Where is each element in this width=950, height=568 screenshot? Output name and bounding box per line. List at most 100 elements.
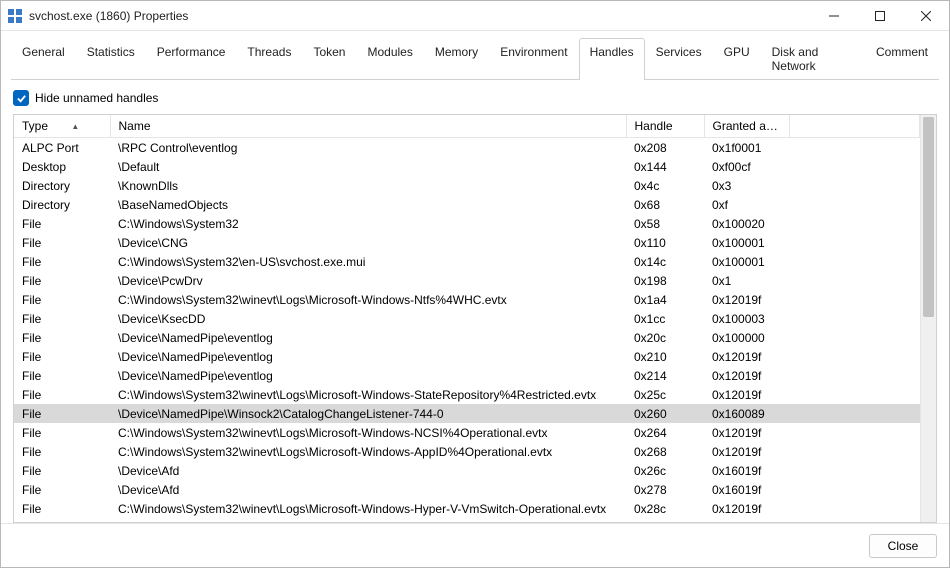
col-header-type[interactable]: Type ▲: [14, 115, 110, 138]
table-row[interactable]: FileC:\Windows\System32\winevt\Logs\Micr…: [14, 518, 920, 522]
cell-name: \Device\PcwDrv: [110, 271, 626, 290]
cell-name: \Device\CNG: [110, 233, 626, 252]
tab-modules[interactable]: Modules: [356, 38, 423, 80]
properties-window: svchost.exe (1860) Properties GeneralSta…: [0, 0, 950, 568]
cell-name: C:\Windows\System32\winevt\Logs\Microsof…: [110, 499, 626, 518]
cell-handle: 0x208: [626, 138, 704, 158]
table-row[interactable]: File\Device\NamedPipe\eventlog0x20c0x100…: [14, 328, 920, 347]
table-row[interactable]: Desktop\Default0x1440xf00cf: [14, 157, 920, 176]
cell-name: \RPC Control\eventlog: [110, 138, 626, 158]
cell-type: File: [14, 290, 110, 309]
col-header-handle[interactable]: Handle: [626, 115, 704, 138]
minimize-button[interactable]: [811, 1, 857, 31]
tab-threads[interactable]: Threads: [236, 38, 302, 80]
table-row[interactable]: File\Device\NamedPipe\Winsock2\CatalogCh…: [14, 404, 920, 423]
tab-environment[interactable]: Environment: [489, 38, 578, 80]
cell-granted: 0x16019f: [704, 480, 789, 499]
cell-type: File: [14, 423, 110, 442]
tab-content-handles: Hide unnamed handles Type ▲ Name: [1, 80, 949, 523]
cell-handle: 0x198: [626, 271, 704, 290]
cell-granted: 0x3: [704, 176, 789, 195]
table-row[interactable]: FileC:\Windows\System320x580x100020: [14, 214, 920, 233]
cell-granted: 0x100000: [704, 328, 789, 347]
cell-type: Desktop: [14, 157, 110, 176]
table-row[interactable]: File\Device\NamedPipe\eventlog0x2140x120…: [14, 366, 920, 385]
cell-granted: 0x12019f: [704, 518, 789, 522]
cell-handle: 0x4c: [626, 176, 704, 195]
cell-type: File: [14, 214, 110, 233]
cell-granted: 0x16019f: [704, 461, 789, 480]
maximize-button[interactable]: [857, 1, 903, 31]
tab-memory[interactable]: Memory: [424, 38, 489, 80]
cell-granted: 0xf00cf: [704, 157, 789, 176]
col-header-type-label: Type: [22, 119, 48, 133]
vertical-scrollbar[interactable]: [920, 115, 936, 522]
col-header-pad: [789, 115, 920, 138]
cell-handle: 0x260: [626, 404, 704, 423]
table-row[interactable]: File\Device\CNG0x1100x100001: [14, 233, 920, 252]
sort-asc-icon: ▲: [71, 122, 79, 131]
table-row[interactable]: File\Device\KsecDD0x1cc0x100003: [14, 309, 920, 328]
cell-name: C:\Windows\System32: [110, 214, 626, 233]
cell-granted: 0x12019f: [704, 385, 789, 404]
cell-pad: [789, 499, 920, 518]
cell-granted: 0x12019f: [704, 442, 789, 461]
cell-handle: 0x68: [626, 195, 704, 214]
cell-name: C:\Windows\System32\winevt\Logs\Microsof…: [110, 423, 626, 442]
table-row[interactable]: ALPC Port\RPC Control\eventlog0x2080x1f0…: [14, 138, 920, 158]
cell-granted: 0x12019f: [704, 423, 789, 442]
cell-type: File: [14, 461, 110, 480]
close-button[interactable]: Close: [869, 534, 937, 558]
cell-name: C:\Windows\System32\winevt\Logs\Microsof…: [110, 290, 626, 309]
handles-table-scroll: Type ▲ Name Handle Granted ac... ALPC Po…: [14, 115, 920, 522]
cell-pad: [789, 309, 920, 328]
cell-name: \Default: [110, 157, 626, 176]
table-row[interactable]: File\Device\Afd0x26c0x16019f: [14, 461, 920, 480]
tab-services[interactable]: Services: [645, 38, 713, 80]
col-header-granted[interactable]: Granted ac...: [704, 115, 789, 138]
cell-handle: 0x25c: [626, 385, 704, 404]
cell-type: File: [14, 366, 110, 385]
close-window-button[interactable]: [903, 1, 949, 31]
tab-comment[interactable]: Comment: [865, 38, 939, 80]
cell-name: \Device\Afd: [110, 480, 626, 499]
cell-granted: 0x12019f: [704, 499, 789, 518]
tab-gpu[interactable]: GPU: [713, 38, 761, 80]
tab-strip: GeneralStatisticsPerformanceThreadsToken…: [1, 31, 949, 79]
tab-performance[interactable]: Performance: [146, 38, 237, 80]
table-row[interactable]: Directory\BaseNamedObjects0x680xf: [14, 195, 920, 214]
cell-pad: [789, 290, 920, 309]
table-row[interactable]: File\Device\NamedPipe\eventlog0x2100x120…: [14, 347, 920, 366]
cell-handle: 0x268: [626, 442, 704, 461]
table-row[interactable]: FileC:\Windows\System32\winevt\Logs\Micr…: [14, 499, 920, 518]
cell-granted: 0x160089: [704, 404, 789, 423]
table-row[interactable]: FileC:\Windows\System32\winevt\Logs\Micr…: [14, 423, 920, 442]
tab-statistics[interactable]: Statistics: [76, 38, 146, 80]
col-header-name[interactable]: Name: [110, 115, 626, 138]
scrollbar-thumb[interactable]: [923, 117, 934, 317]
table-row[interactable]: FileC:\Windows\System32\en-US\svchost.ex…: [14, 252, 920, 271]
table-row[interactable]: FileC:\Windows\System32\winevt\Logs\Micr…: [14, 290, 920, 309]
tab-token[interactable]: Token: [302, 38, 356, 80]
table-row[interactable]: FileC:\Windows\System32\winevt\Logs\Micr…: [14, 385, 920, 404]
cell-name: C:\Windows\System32\winevt\Logs\Microsof…: [110, 518, 626, 522]
dialog-footer: Close: [1, 523, 949, 567]
cell-pad: [789, 214, 920, 233]
table-row[interactable]: FileC:\Windows\System32\winevt\Logs\Micr…: [14, 442, 920, 461]
cell-handle: 0x278: [626, 480, 704, 499]
tab-handles[interactable]: Handles: [579, 38, 645, 80]
cell-name: C:\Windows\System32\en-US\svchost.exe.mu…: [110, 252, 626, 271]
table-row[interactable]: File\Device\PcwDrv0x1980x1: [14, 271, 920, 290]
cell-pad: [789, 461, 920, 480]
table-row[interactable]: File\Device\Afd0x2780x16019f: [14, 480, 920, 499]
tab-disk-and-network[interactable]: Disk and Network: [761, 38, 865, 80]
table-row[interactable]: Directory\KnownDlls0x4c0x3: [14, 176, 920, 195]
cell-handle: 0x264: [626, 423, 704, 442]
hide-unnamed-checkbox[interactable]: [13, 90, 29, 106]
cell-type: File: [14, 233, 110, 252]
cell-handle: 0x210: [626, 347, 704, 366]
cell-granted: 0x12019f: [704, 290, 789, 309]
hide-unnamed-label: Hide unnamed handles: [35, 91, 158, 105]
tab-general[interactable]: General: [11, 38, 76, 80]
cell-name: \Device\KsecDD: [110, 309, 626, 328]
